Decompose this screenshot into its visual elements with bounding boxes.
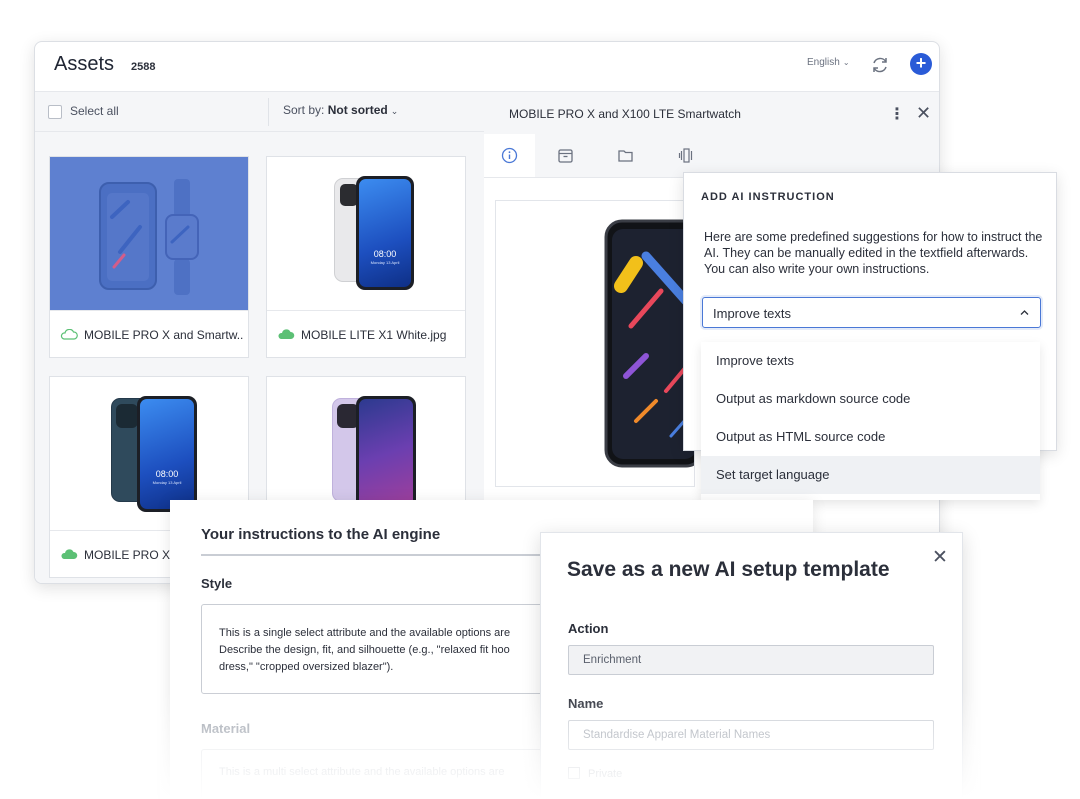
cloud-filled-icon — [278, 329, 295, 339]
info-icon — [501, 147, 518, 164]
phone-purple-image — [316, 394, 416, 514]
folder-icon — [618, 150, 633, 162]
asset-caption: MOBILE LITE X1 White.jpg — [267, 310, 465, 357]
ai-suggestion-select[interactable]: Improve texts — [702, 297, 1041, 328]
style-text: This is a single select attribute and th… — [219, 627, 511, 673]
name-placeholder: Standardise Apparel Material Names — [583, 729, 771, 741]
sync-icon[interactable] — [869, 54, 891, 76]
assets-header: Assets 2588 English ⌄ + — [35, 42, 939, 92]
asset-thumbnail: 08:00 Monday 13 April — [267, 157, 465, 310]
sort-label: Sort by: — [283, 103, 325, 117]
phone-clock: 08:00 — [373, 248, 397, 259]
chevron-down-icon: ⌄ — [842, 58, 850, 67]
close-icon[interactable]: ✕ — [916, 103, 931, 124]
material-text: This is a multi select attribute and the… — [219, 766, 505, 778]
asset-card[interactable]: 08:00 Monday 13 April MOBILE LITE X1 Whi… — [266, 156, 466, 358]
ai-suggestion-options: Improve texts Output as markdown source … — [701, 342, 1040, 500]
material-textarea[interactable]: This is a multi select attribute and the… — [201, 749, 581, 799]
asset-thumbnail — [50, 157, 248, 310]
sort-dropdown[interactable]: Sort by: Not sorted ⌄ — [283, 103, 398, 117]
name-field[interactable]: Standardise Apparel Material Names — [568, 720, 934, 750]
close-icon[interactable]: ✕ — [932, 546, 948, 569]
add-asset-button[interactable]: + — [910, 53, 932, 75]
page-title: Assets — [54, 53, 115, 75]
tab-folder[interactable] — [600, 134, 651, 177]
archive-icon — [558, 149, 573, 163]
tab-archive[interactable] — [540, 134, 591, 177]
ai-instruction-description: Here are some predefined suggestions for… — [704, 230, 1043, 276]
channels-icon — [678, 148, 693, 163]
asset-card[interactable]: MOBILE PRO X and Smartw... — [49, 156, 249, 358]
style-textarea[interactable]: This is a single select attribute and th… — [201, 604, 581, 694]
action-value: Enrichment — [583, 654, 642, 666]
asset-preview — [495, 200, 695, 487]
phone-clock: 08:00 — [155, 468, 179, 479]
toolbar-divider — [268, 98, 269, 126]
tab-info[interactable] — [484, 134, 535, 177]
phone-white-image: 08:00 Monday 13 April — [316, 174, 416, 294]
instructions-title: Your instructions to the AI engine — [201, 526, 441, 543]
cloud-outline-icon — [60, 329, 78, 340]
name-label: Name — [568, 696, 604, 711]
phone-dark-image — [604, 219, 694, 468]
private-label: Private — [588, 768, 623, 780]
asset-name: MOBILE PRO X and Smartw... — [84, 328, 244, 342]
phone-and-watch-image — [99, 179, 199, 295]
asset-count: 2588 — [131, 61, 156, 73]
chevron-up-icon — [1020, 310, 1029, 315]
checkbox-box — [568, 767, 580, 779]
asset-caption: MOBILE PRO X and Smartw... — [50, 310, 248, 357]
action-field: Enrichment — [568, 645, 934, 675]
ai-option[interactable]: Output as HTML source code — [701, 418, 1040, 456]
detail-header: MOBILE PRO X and X100 LTE Smartwatch ⋮ ✕ — [484, 92, 939, 135]
tab-channels[interactable] — [661, 134, 712, 177]
assets-toolbar: Select all Sort by: Not sorted ⌄ — [35, 92, 484, 132]
private-checkbox[interactable]: Private — [568, 767, 622, 780]
select-all-checkbox[interactable] — [48, 105, 62, 119]
cloud-filled-icon — [61, 549, 78, 559]
title-divider — [201, 554, 541, 556]
sort-value: Not sorted — [327, 103, 388, 117]
material-label: Material — [201, 721, 251, 736]
phone-date: Monday 13 April — [152, 479, 182, 485]
detail-title: MOBILE PRO X and X100 LTE Smartwatch — [509, 107, 741, 121]
ai-option[interactable]: Improve texts — [701, 342, 1040, 380]
ai-option[interactable]: Set target language — [701, 456, 1040, 494]
dialog-title: Save as a new AI setup template — [567, 558, 890, 581]
style-label: Style — [201, 576, 233, 591]
ai-suggestion-value: Improve texts — [713, 306, 792, 321]
chevron-down-icon: ⌄ — [390, 106, 399, 116]
language-label: English — [807, 57, 840, 68]
action-label: Action — [568, 621, 609, 636]
save-template-dialog: Save as a new AI setup template ✕ Action… — [540, 532, 963, 799]
select-all-label[interactable]: Select all — [70, 104, 119, 118]
ai-option[interactable]: Output as markdown source code — [701, 380, 1040, 418]
language-select[interactable]: English ⌄ — [807, 57, 850, 68]
ai-instruction-heading: ADD AI INSTRUCTION — [701, 191, 835, 203]
more-options-icon[interactable]: ⋮ — [889, 104, 905, 124]
phone-date: Monday 13 April — [370, 259, 400, 265]
asset-name: MOBILE LITE X1 White.jpg — [301, 328, 447, 342]
phone-blue-image: 08:00 Monday 13 April — [99, 394, 199, 514]
